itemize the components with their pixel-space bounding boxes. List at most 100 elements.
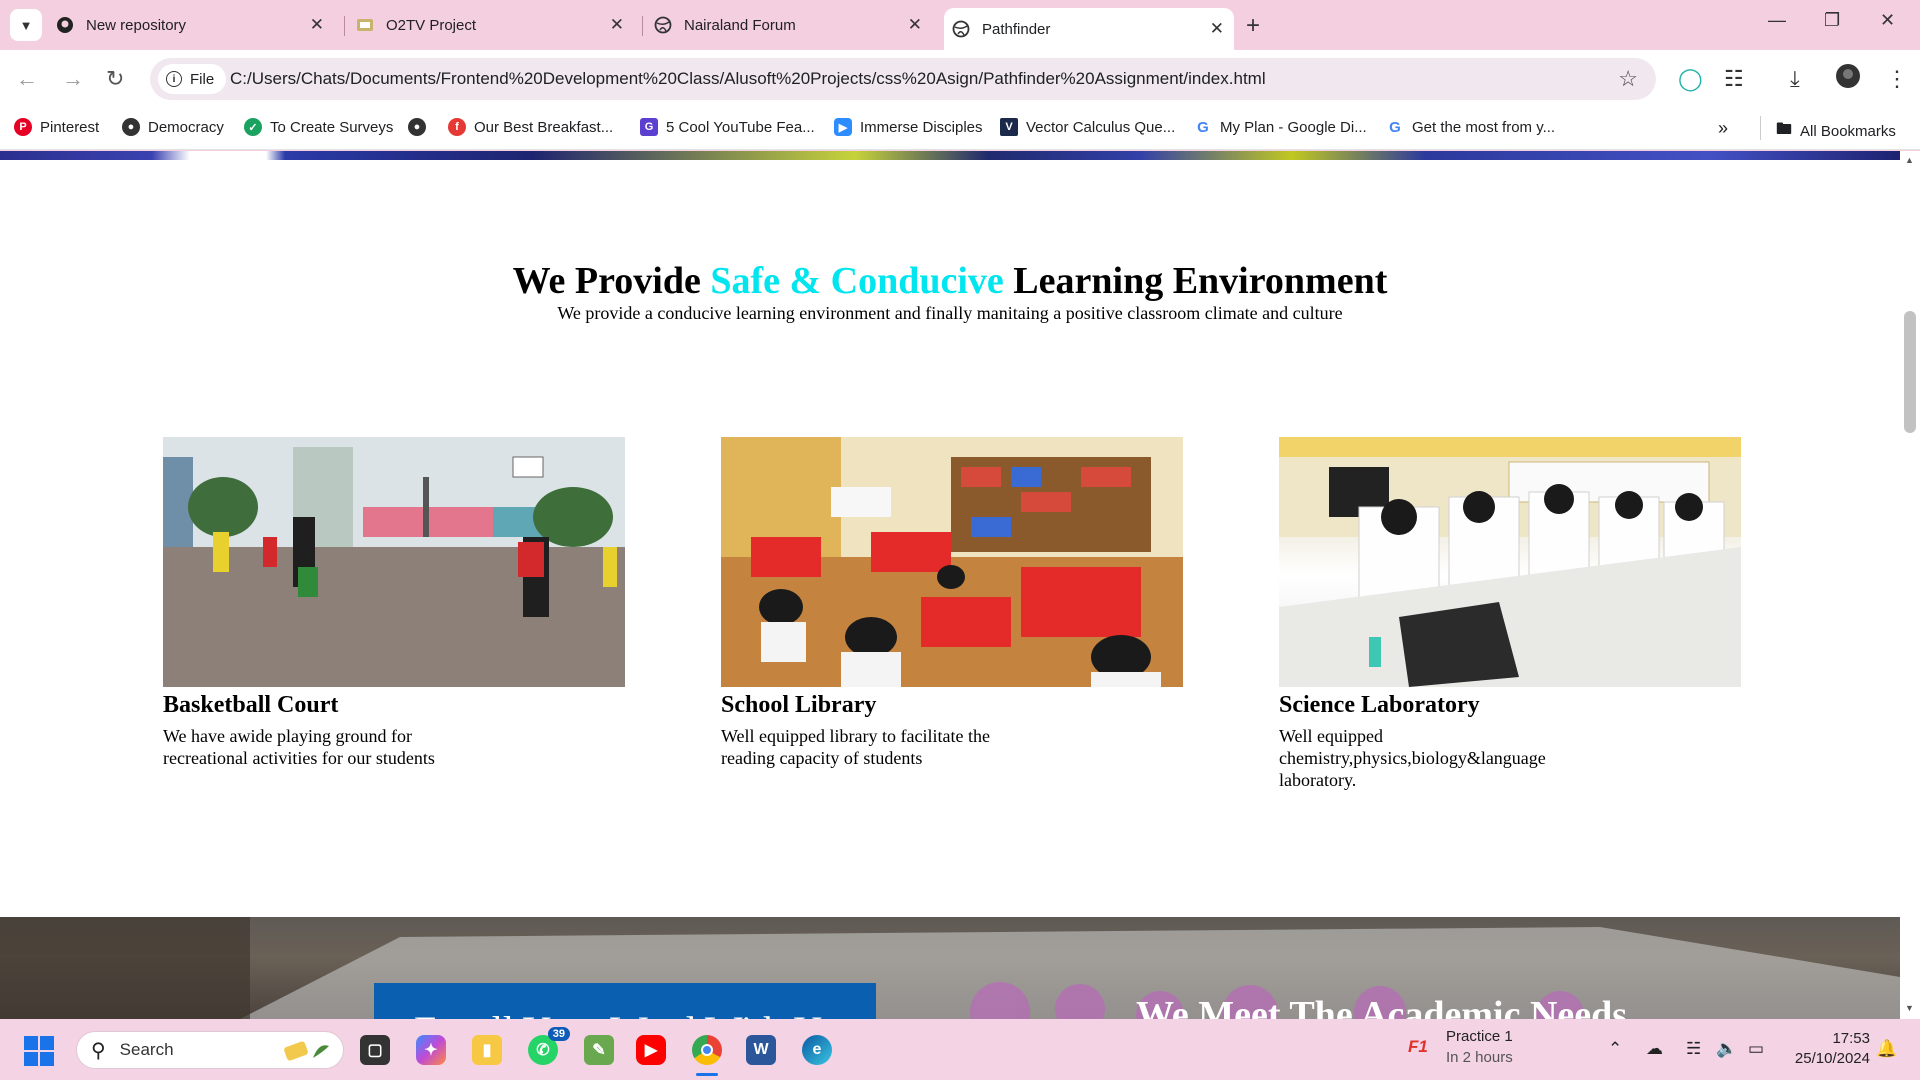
scroll-thumb[interactable] <box>1904 311 1916 433</box>
bookmark-label: Vector Calculus Que... <box>1026 118 1176 136</box>
bookmark-pinterest[interactable]: P Pinterest <box>14 118 99 136</box>
chevron-up-icon[interactable]: ⌃ <box>1608 1039 1622 1059</box>
wifi-icon[interactable]: ☵ <box>1686 1039 1701 1059</box>
close-icon[interactable]: ✕ <box>310 15 324 35</box>
card-text: We have awide playing ground for recreat… <box>163 726 435 768</box>
address-bar[interactable]: i File C:/Users/Chats/Documents/Frontend… <box>150 58 1656 100</box>
bookmark-immerse-disciples[interactable]: ▶ Immerse Disciples <box>834 118 983 136</box>
copilot-icon[interactable]: ✦ <box>416 1035 446 1065</box>
tab-search-button[interactable]: ▼ <box>10 9 42 41</box>
tab-o2tv-project[interactable]: O2TV Project ✕ <box>356 8 634 42</box>
pinterest-icon: P <box>14 118 32 136</box>
bookmark-democracy[interactable]: ● Democracy <box>122 118 224 136</box>
section-title: We Provide Safe & Conducive Learning Env… <box>0 259 1900 303</box>
f1-icon[interactable]: F1 <box>1408 1037 1428 1057</box>
bookmark-label: Our Best Breakfast... <box>474 118 614 136</box>
extensions-puzzle-icon[interactable]: ☷ <box>1724 66 1744 92</box>
tab-pathfinder[interactable]: Pathfinder ✕ <box>944 8 1234 50</box>
scroll-up-arrow-icon[interactable]: ▲ <box>1905 155 1914 165</box>
more-menu-icon[interactable]: ⋮ <box>1886 66 1908 92</box>
scroll-down-arrow-icon[interactable]: ▼ <box>1905 1003 1914 1013</box>
download-icon[interactable]: ⤓ <box>1790 66 1800 92</box>
section-subtitle: We provide a conducive learning environm… <box>557 303 1343 323</box>
word-icon[interactable]: W <box>746 1035 776 1065</box>
github-icon <box>56 16 74 34</box>
site-info-chip[interactable]: i File <box>158 64 227 94</box>
close-icon[interactable]: ✕ <box>1210 19 1224 39</box>
task-view-icon[interactable]: ▢ <box>360 1035 390 1065</box>
facility-card-basketball: Basketball Court We have awide playing g… <box>163 437 625 769</box>
bookmark-get-the-most[interactable]: G Get the most from y... <box>1386 118 1555 136</box>
card-text: Well equipped library to facilitate the … <box>721 726 990 768</box>
all-bookmarks-button[interactable]: 🖿 All Bookmarks <box>1776 118 1896 145</box>
url-text[interactable]: C:/Users/Chats/Documents/Frontend%20Deve… <box>230 69 1266 89</box>
title-part: We Provide <box>512 260 711 302</box>
chevron-down-icon: ▼ <box>19 17 33 33</box>
notification-bell-icon[interactable]: 🔔 <box>1876 1039 1897 1059</box>
avatar[interactable] <box>1836 64 1860 94</box>
taskbar-clock[interactable]: 17:53 25/10/2024 <box>1795 1029 1870 1069</box>
bookmark-label: Democracy <box>148 118 224 136</box>
search-highlight-icon <box>283 1038 333 1069</box>
whatsapp-badge: 39 <box>547 1027 570 1041</box>
close-icon[interactable]: ✕ <box>908 15 922 35</box>
tab-new-repository[interactable]: New repository ✕ <box>56 8 334 42</box>
bookmark-surveys[interactable]: ✓ To Create Surveys <box>244 118 393 136</box>
page-viewport: We Provide Safe & Conducive Learning Env… <box>0 151 1900 1019</box>
restore-icon[interactable]: ❐ <box>1824 10 1840 31</box>
more-bookmarks-chevron-icon[interactable]: » <box>1718 118 1728 139</box>
widget-title[interactable]: Practice 1 <box>1446 1028 1513 1045</box>
window-close-icon[interactable]: ✕ <box>1880 10 1895 31</box>
battery-icon[interactable]: ▭ <box>1748 1039 1764 1059</box>
back-arrow-icon[interactable]: ← <box>16 66 38 92</box>
globe-icon <box>654 16 672 34</box>
enroll-banner[interactable]: Enroll Your Ward With Us <box>374 983 876 1019</box>
chrome-icon[interactable] <box>692 1035 722 1065</box>
tab-title: Nairaland Forum <box>684 16 796 34</box>
forward-arrow-icon[interactable]: → <box>62 66 84 92</box>
search-icon: ⚲ <box>91 1039 106 1062</box>
facility-card-laboratory: Science Laboratory Well equipped chemist… <box>1279 437 1741 791</box>
all-bookmarks-label: All Bookmarks <box>1800 123 1896 140</box>
bookmark-my-plan[interactable]: G My Plan - Google Di... <box>1194 118 1367 136</box>
edge-icon[interactable]: e <box>802 1035 832 1065</box>
cloud-icon[interactable]: ☁ <box>1646 1039 1663 1059</box>
google-icon: G <box>1194 118 1212 136</box>
bookmark-label: Pinterest <box>40 118 100 136</box>
bookmark-label: My Plan - Google Di... <box>1220 118 1367 136</box>
book-icon: V <box>1000 118 1018 136</box>
tab-title: Pathfinder <box>982 20 1051 38</box>
browser-toolbar: ← → ↻ i File C:/Users/Chats/Documents/Fr… <box>0 50 1920 108</box>
bookmark-star-icon[interactable]: ☆ <box>1618 66 1638 92</box>
speaker-icon[interactable]: 🔈 <box>1716 1039 1737 1059</box>
extension-circle-icon[interactable]: ◯ <box>1678 66 1703 92</box>
file-explorer-icon[interactable]: ▮ <box>472 1035 502 1065</box>
bookmark-breakfast[interactable]: f Our Best Breakfast... <box>448 118 613 136</box>
new-tab-button[interactable]: + <box>1246 12 1260 40</box>
bookmark-youtube-features[interactable]: G 5 Cool YouTube Fea... <box>640 118 815 136</box>
bookmark-vector-calculus[interactable]: V Vector Calculus Que... <box>1000 118 1175 136</box>
youtube-icon[interactable]: ▶ <box>636 1035 666 1065</box>
minimize-icon[interactable]: — <box>1768 10 1786 31</box>
basketball-court-image <box>163 437 625 687</box>
paint-icon[interactable]: ✎ <box>584 1035 614 1065</box>
whatsapp-icon[interactable]: ✆ 39 <box>528 1027 570 1065</box>
clock-date: 25/10/2024 <box>1794 1050 1870 1067</box>
academic-needs-heading: We Meet The Academic Needs <box>1136 994 1628 1019</box>
page-scrollbar[interactable]: ▲ ▼ <box>1900 151 1920 1019</box>
taskbar-search[interactable]: ⚲ Search <box>76 1031 344 1069</box>
file-label: File <box>190 70 215 88</box>
card-text: Well equipped chemistry,physics,biology&… <box>1279 726 1546 790</box>
food-icon: f <box>448 118 466 136</box>
facility-card-library: School Library Well equipped library to … <box>721 437 1183 769</box>
windows-start-icon[interactable] <box>24 1036 54 1066</box>
science-laboratory-image <box>1279 437 1741 687</box>
gt-icon: G <box>640 118 658 136</box>
close-icon[interactable]: ✕ <box>610 15 624 35</box>
reload-icon[interactable]: ↻ <box>106 66 124 92</box>
tab-nairaland-forum[interactable]: Nairaland Forum ✕ <box>654 8 932 42</box>
tab-strip: ▼ New repository ✕ O2TV Project ✕ Nairal… <box>0 0 1920 50</box>
bookmark-globe[interactable]: ● <box>408 118 434 136</box>
o2tv-icon <box>356 16 374 34</box>
bookmark-label: Immerse Disciples <box>860 118 983 136</box>
